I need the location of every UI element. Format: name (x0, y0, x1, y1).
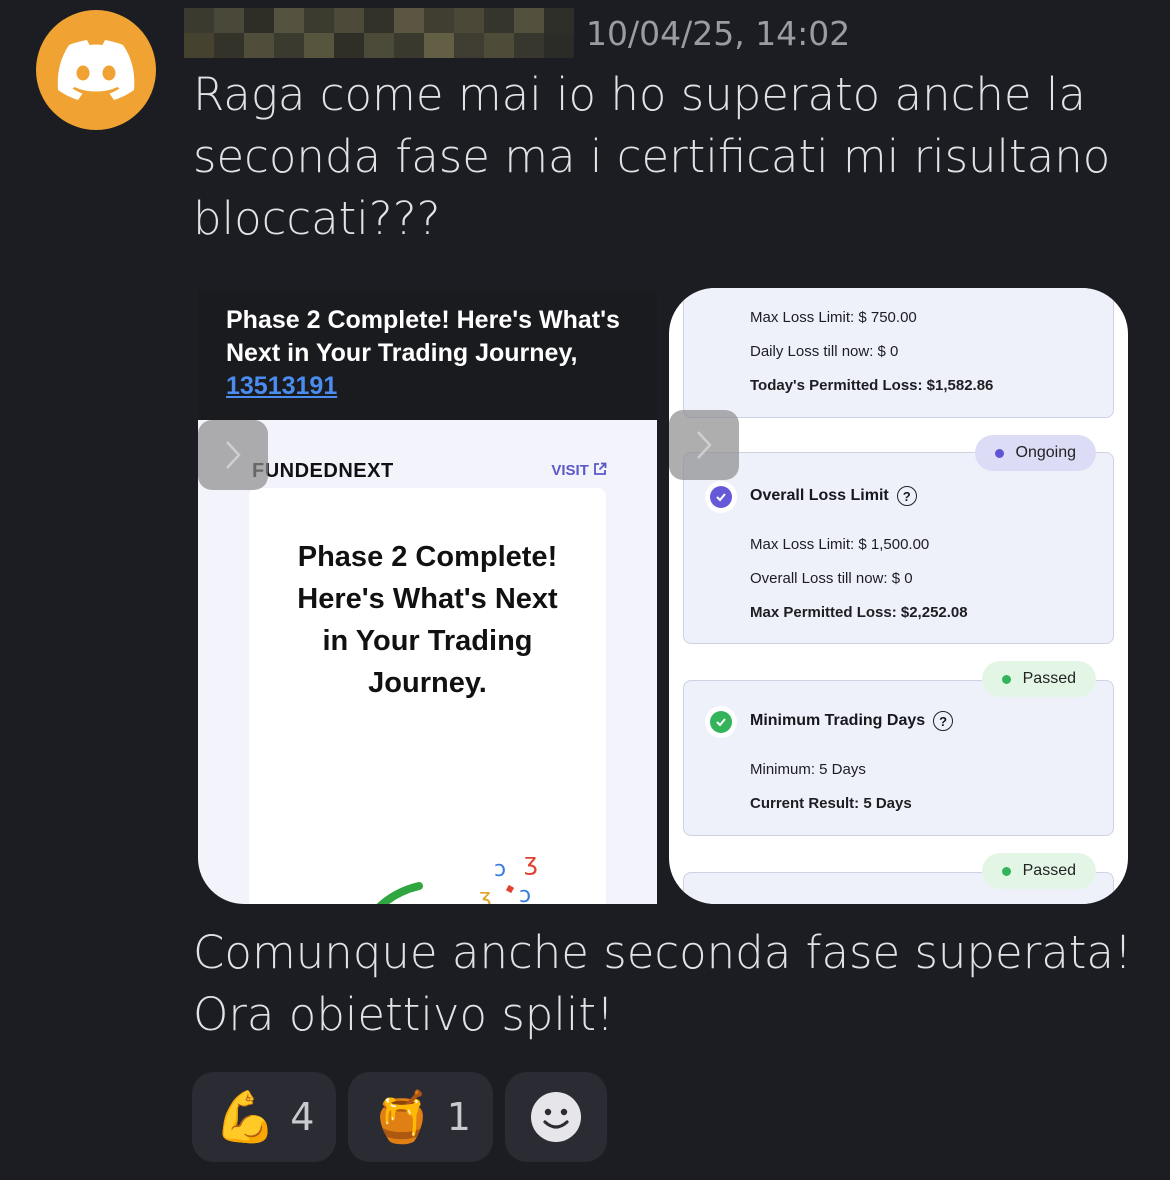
attachment-image-dashboard[interactable]: Max Loss Limit: $ 750.00 Daily Loss till… (669, 288, 1128, 904)
avatar[interactable] (36, 10, 156, 130)
username-redacted[interactable] (184, 8, 574, 58)
daily-loss-till-now: Daily Loss till now: $ 0 (750, 343, 899, 360)
external-link-icon (594, 462, 607, 475)
reaction-honey-pot[interactable]: 🍯 1 (348, 1072, 493, 1162)
daily-permitted-loss: Today's Permitted Loss: $1,582.86 (750, 377, 994, 394)
celebration-graphic-icon: ɔ ʒ ʒ ɔ (376, 848, 538, 904)
daily-loss-card: Max Loss Limit: $ 750.00 Daily Loss till… (683, 288, 1114, 418)
check-circle-icon (710, 711, 732, 733)
discord-logo-icon (57, 40, 135, 100)
overall-loss-card: Overall Loss Limit ? Max Loss Limit: $ 1… (683, 452, 1114, 644)
status-badge-passed: Passed (981, 661, 1096, 697)
status-dot (994, 448, 1004, 458)
status-badge-passed: Passed (981, 853, 1096, 889)
add-reaction-button[interactable] (504, 1072, 607, 1162)
overall-max-loss-limit: Max Loss Limit: $ 1,500.00 (750, 536, 930, 553)
svg-text:ɔ: ɔ (519, 883, 531, 904)
help-icon[interactable]: ? (933, 711, 954, 731)
email-card: Phase 2 Complete! Here's What's Next in … (249, 488, 606, 904)
chevron-right-icon (226, 441, 241, 469)
status-badge-ongoing: Ongoing (974, 435, 1096, 471)
honey-pot-icon: 🍯 (370, 1088, 433, 1146)
overall-loss-title: Overall Loss Limit ? (750, 486, 917, 506)
account-number-link[interactable]: 13513191 (226, 372, 337, 400)
flexed-biceps-icon: 💪 (214, 1088, 277, 1146)
attachment-image-email[interactable]: Phase 2 Complete! Here's What's Next in … (198, 290, 657, 904)
status-dot (1001, 674, 1011, 684)
daily-max-loss-limit: Max Loss Limit: $ 750.00 (750, 309, 917, 326)
reaction-count: 1 (446, 1095, 471, 1139)
reaction-count: 4 (290, 1095, 315, 1139)
minimum-days: Minimum: 5 Days (750, 761, 866, 778)
email-body: FUNDEDNEXT VISIT Phase 2 Complete! Here'… (198, 420, 657, 904)
overall-loss-till-now: Overall Loss till now: $ 0 (750, 570, 913, 587)
image-attachments[interactable]: Phase 2 Complete! Here's What's Next in … (198, 288, 1128, 904)
max-permitted-loss: Max Permitted Loss: $2,252.08 (750, 604, 968, 621)
reaction-flexed-biceps[interactable]: 💪 4 (192, 1072, 337, 1162)
svg-text:ʒ: ʒ (479, 885, 492, 904)
trading-days-card: Minimum Trading Days ? Minimum: 5 Days C… (683, 680, 1114, 836)
email-card-title: Phase 2 Complete! Here's What's Next in … (297, 541, 558, 699)
status-dot (1001, 866, 1011, 876)
message-text: Comunque anche seconda fase superata! Or… (193, 926, 1133, 1041)
message-text: Raga come mai io ho superato anche la se… (193, 68, 1111, 245)
visit-link[interactable]: VISIT (551, 462, 607, 479)
check-circle-icon (710, 486, 732, 508)
smiley-icon (530, 1092, 581, 1142)
svg-text:ɔ: ɔ (494, 857, 506, 882)
email-header: Phase 2 Complete! Here's What's Next in … (198, 290, 657, 420)
svg-text:ʒ: ʒ (524, 848, 538, 876)
email-subject: Phase 2 Complete! Here's What's Next in … (226, 306, 620, 400)
gallery-next-button[interactable] (198, 420, 268, 490)
chevron-right-icon (697, 431, 712, 459)
fundednext-logo: FUNDEDNEXT (252, 460, 394, 482)
reaction-bar: 💪 4 🍯 1 (192, 1072, 607, 1162)
gallery-next-button[interactable] (669, 410, 739, 480)
trading-days-title: Minimum Trading Days ? (750, 711, 954, 731)
message-timestamp: 10/04/25, 14:02 (586, 14, 851, 53)
help-icon[interactable]: ? (896, 486, 917, 506)
current-result: Current Result: 5 Days (750, 795, 912, 812)
